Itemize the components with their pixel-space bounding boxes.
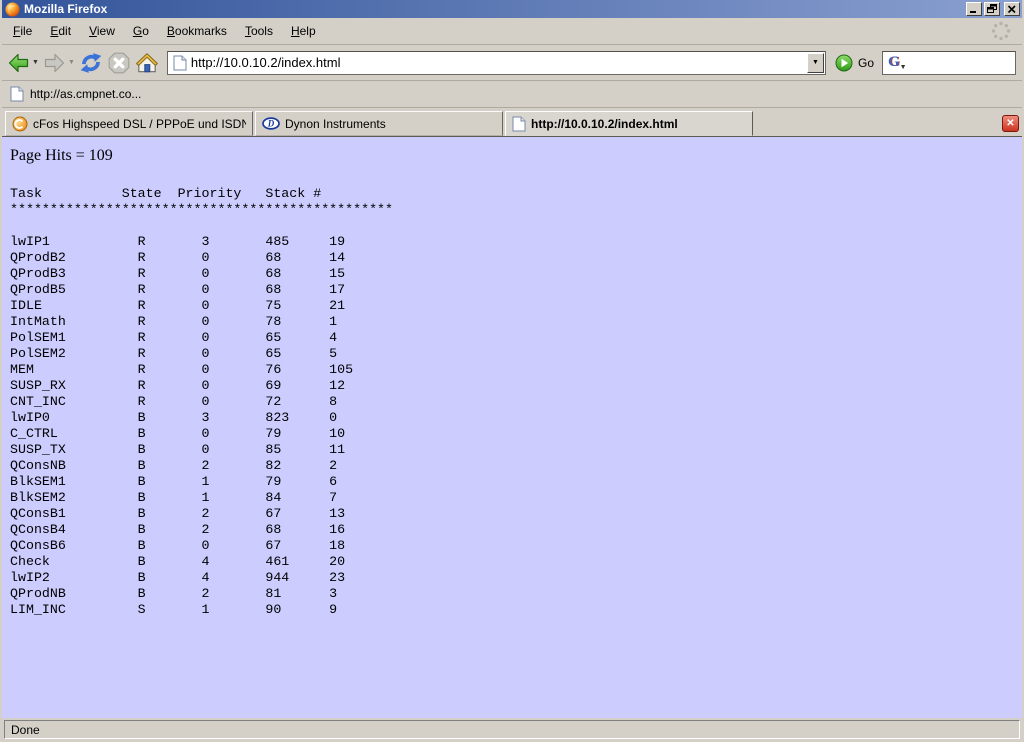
close-button[interactable] (1004, 2, 1020, 16)
svg-text:D: D (267, 119, 275, 129)
menu-go[interactable]: Go (124, 20, 158, 42)
page-content: Page Hits = 109 Task State Priority Stac… (2, 137, 1022, 718)
menu-bar: FileEditViewGoBookmarksToolsHelp (2, 18, 1022, 45)
reload-button[interactable] (78, 49, 104, 77)
go-button[interactable]: Go (831, 54, 882, 72)
dynon-icon: D (262, 117, 280, 130)
tab-label: cFos Highspeed DSL / PPPoE und ISDN CAP.… (33, 117, 246, 131)
tab-strip: cFos Highspeed DSL / PPPoE und ISDN CAP.… (5, 111, 755, 136)
menu-tools[interactable]: Tools (236, 20, 282, 42)
search-engine-dropdown-arrow[interactable]: ▼ (900, 64, 907, 71)
document-icon (512, 116, 526, 132)
task-table: Task State Priority Stack # ************… (10, 186, 1014, 618)
tab-label: Dynon Instruments (285, 117, 386, 131)
url-dropdown-button[interactable]: ▼ (807, 53, 824, 73)
browser-window: Mozilla Firefox FileEditViewGoBookmarksT… (0, 0, 1024, 742)
status-bar: Done (2, 718, 1022, 742)
menu-view[interactable]: View (80, 20, 124, 42)
url-input[interactable] (191, 55, 807, 70)
google-icon[interactable]: G (888, 55, 900, 70)
navigation-toolbar: ▼ ▼ (2, 45, 1022, 81)
tab-label: http://10.0.10.2/index.html (531, 117, 678, 131)
home-button[interactable] (134, 49, 160, 77)
go-icon (835, 54, 853, 72)
tab-2[interactable]: D Dynon Instruments (255, 111, 503, 136)
menu-bookmarks[interactable]: Bookmarks (158, 20, 236, 42)
page-hits-text: Page Hits = 109 (10, 147, 1014, 165)
status-panel: Done (4, 720, 1020, 739)
bookmark-icon (10, 86, 24, 102)
forward-button[interactable]: ▼ (42, 50, 76, 76)
restore-button[interactable] (984, 2, 1000, 16)
page-icon (173, 55, 187, 71)
menu-file[interactable]: File (4, 20, 41, 42)
tab-bar: cFos Highspeed DSL / PPPoE und ISDN CAP.… (2, 108, 1022, 137)
search-bar: G ▼ (882, 51, 1016, 75)
stop-button[interactable] (106, 49, 132, 77)
tab-close-button[interactable]: ✕ (1002, 115, 1019, 132)
window-title: Mozilla Firefox (24, 2, 964, 16)
menu-items: FileEditViewGoBookmarksToolsHelp (4, 20, 325, 42)
search-input[interactable] (907, 55, 1015, 71)
back-dropdown-arrow[interactable]: ▼ (32, 59, 39, 66)
go-label: Go (858, 56, 874, 70)
minimize-button[interactable] (966, 2, 982, 16)
forward-dropdown-arrow[interactable]: ▼ (68, 59, 75, 66)
throbber-icon (990, 20, 1012, 42)
back-button[interactable]: ▼ (6, 50, 40, 76)
bookmark-item[interactable]: http://as.cmpnet.co... (30, 87, 141, 101)
cfos-icon (12, 116, 28, 132)
bookmarks-toolbar: http://as.cmpnet.co... (2, 81, 1022, 108)
menu-help[interactable]: Help (282, 20, 325, 42)
status-text: Done (11, 723, 40, 737)
tab-3[interactable]: http://10.0.10.2/index.html (505, 111, 753, 136)
menu-edit[interactable]: Edit (41, 20, 80, 42)
title-bar: Mozilla Firefox (2, 0, 1022, 18)
url-bar: ▼ (167, 51, 826, 75)
tab-1[interactable]: cFos Highspeed DSL / PPPoE und ISDN CAP.… (5, 111, 253, 136)
firefox-icon (5, 2, 20, 17)
